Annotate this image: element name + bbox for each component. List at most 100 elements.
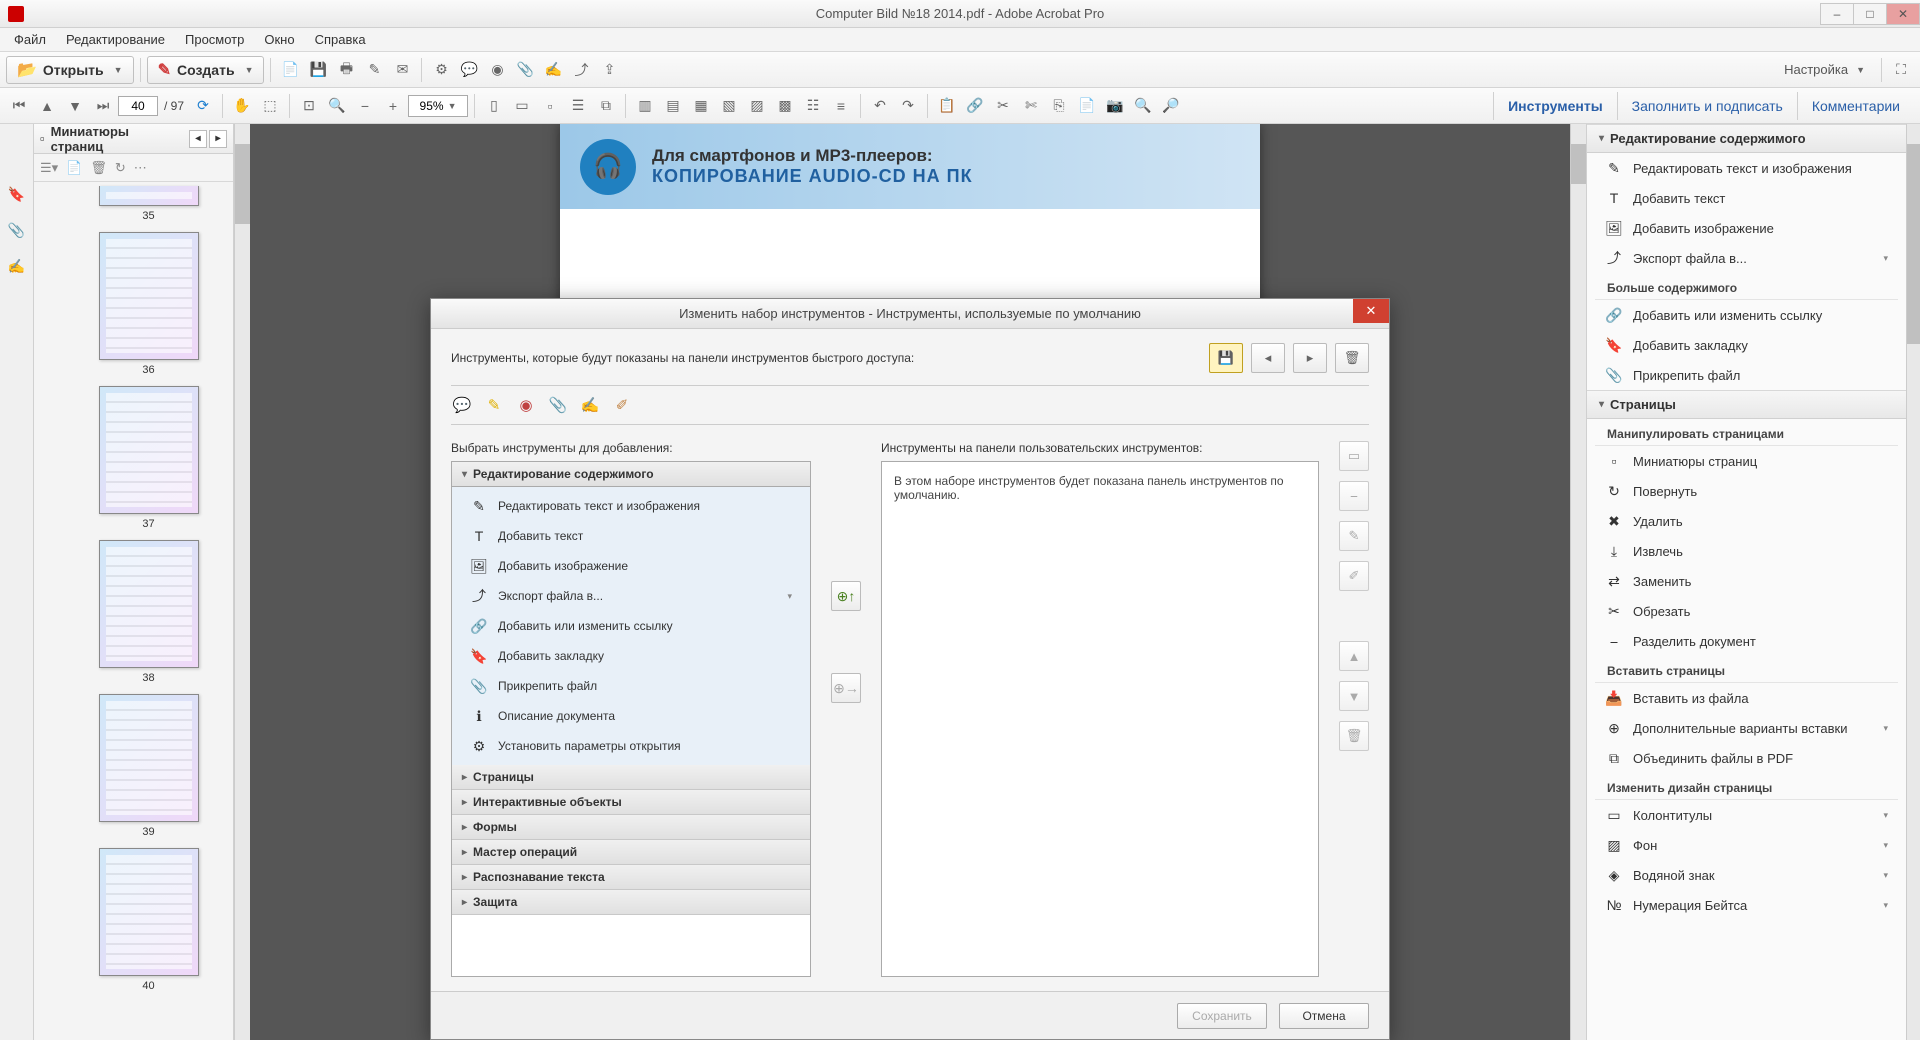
edit-item-icon[interactable]: ✐ [1339,561,1369,591]
tree-item[interactable]: ⤴Экспорт файла в...▾ [452,581,810,611]
tree-item[interactable]: ℹОписание документа [452,701,810,731]
add-instructions-icon[interactable]: ✎ [1339,521,1369,551]
edit-tool-icon[interactable]: ✐ [611,394,633,416]
tool-add-bookmark[interactable]: 🔖Добавить закладку [1587,330,1906,360]
window-close-button[interactable]: ✕ [1886,3,1920,25]
menu-window[interactable]: Окно [254,30,304,49]
thumbnail-item[interactable]: 37 [64,386,233,530]
move-up-icon[interactable]: ▲ [1339,641,1369,671]
attachment-icon[interactable]: 📎 [7,220,27,240]
zoom-select[interactable]: 95%▼ [408,95,468,117]
save-copy-icon[interactable]: 📄 [277,57,303,83]
tool-background[interactable]: ▨Фон▾ [1587,830,1906,860]
last-page-icon[interactable]: ⏭ [90,93,116,119]
thumb-rotate-icon[interactable]: ↻ [115,160,126,176]
print-icon[interactable]: 🖶 [333,57,359,83]
tab-tools[interactable]: Инструменты [1493,92,1617,120]
remove-item-icon[interactable]: 🗑 [1339,721,1369,751]
refresh-icon[interactable]: ⟳ [190,93,216,119]
sign-tool-icon[interactable]: ✍ [579,394,601,416]
tool-attach-file[interactable]: 📎Прикрепить файл [1587,360,1906,390]
thumbnail-item[interactable]: 38 [64,540,233,684]
zoom-out-icon[interactable]: − [352,93,378,119]
cut-icon[interactable]: ✄ [1018,93,1044,119]
menu-view[interactable]: Просмотр [175,30,254,49]
find-icon[interactable]: 🔍 [1130,93,1156,119]
tab-fillsign[interactable]: Заполнить и подписать [1617,92,1797,120]
tool-replace[interactable]: ⇄Заменить [1587,566,1906,596]
tree-cat-interactive[interactable]: Интерактивные объекты [452,790,810,815]
hand-icon[interactable]: ✋ [229,93,255,119]
tree-cat-pages[interactable]: Страницы [452,765,810,790]
thumbnail-list[interactable]: 35 36 37 38 39 40 [34,182,233,1040]
tool-export[interactable]: ⤴Экспорт файла в...▾ [1587,243,1906,273]
add-to-panel-button[interactable]: ⊕→ [831,673,861,703]
redo-icon[interactable]: ↷ [895,93,921,119]
bookmark-icon[interactable]: 🔖 [7,184,27,204]
thumbnail-item[interactable]: 36 [64,232,233,376]
next-set-icon[interactable]: ▸ [1293,343,1327,373]
view7-icon[interactable]: ☷ [800,93,826,119]
tree-item[interactable]: 🔗Добавить или изменить ссылку [452,611,810,641]
dialog-cancel-button[interactable]: Отмена [1279,1003,1369,1029]
paste-icon[interactable]: 📄 [1074,93,1100,119]
add-separator-icon[interactable]: ⎯ [1339,481,1369,511]
highlight-tool-icon[interactable]: ✎ [483,394,505,416]
tree-cat-actions[interactable]: Мастер операций [452,840,810,865]
thumbnail-item[interactable]: 35 [64,186,233,222]
menu-file[interactable]: Файл [4,30,56,49]
add-to-quickaccess-button[interactable]: ⊕↑ [831,581,861,611]
first-page-icon[interactable]: ⏮ [6,93,32,119]
move-down-icon[interactable]: ▼ [1339,681,1369,711]
scrolling-icon[interactable]: ☰ [565,93,591,119]
tool-add-image[interactable]: 🖼Добавить изображение [1587,213,1906,243]
tool-bates[interactable]: №Нумерация Бейтса▾ [1587,890,1906,920]
tool-insert-file[interactable]: 📥Вставить из файла [1587,683,1906,713]
tool-rotate[interactable]: ↻Повернуть [1587,476,1906,506]
tool-watermark[interactable]: ◈Водяной знак▾ [1587,860,1906,890]
tool-page-thumbnails[interactable]: ▫Миниатюры страниц [1587,446,1906,476]
customize-button[interactable]: Настройка ▼ [1774,62,1875,77]
select-icon[interactable]: ⬚ [257,93,283,119]
search-icon[interactable]: 🔎 [1158,93,1184,119]
tool-combine[interactable]: ⧉Объединить файлы в PDF [1587,743,1906,773]
dialog-tool-tree[interactable]: Редактирование содержимого ✎Редактироват… [451,461,811,977]
marquee-zoom-icon[interactable]: ⊡ [296,93,322,119]
view6-icon[interactable]: ▩ [772,93,798,119]
tree-item[interactable]: ⚙Установить параметры открытия [452,731,810,761]
single-page-icon[interactable]: ▫ [537,93,563,119]
document-scrollbar[interactable] [1570,124,1586,1040]
view8-icon[interactable]: ≡ [828,93,854,119]
fit-width-icon[interactable]: ▭ [509,93,535,119]
save-icon[interactable]: 💾 [305,57,331,83]
thumb-menu-icon[interactable]: ⋯ [134,160,147,176]
menu-help[interactable]: Справка [305,30,376,49]
tool-split[interactable]: ⎯Разделить документ [1587,626,1906,656]
thumb-next-icon[interactable]: ▸ [209,130,227,148]
tool-crop[interactable]: ✂Обрезать [1587,596,1906,626]
next-page-icon[interactable]: ▼ [62,93,88,119]
stamp-icon[interactable]: ◉ [484,57,510,83]
view1-icon[interactable]: ▥ [632,93,658,119]
gear-icon[interactable]: ⚙ [428,57,454,83]
thumbnail-item[interactable]: 39 [64,694,233,838]
page-number-input[interactable] [118,96,158,116]
edit-doc-icon[interactable]: ✎ [361,57,387,83]
tree-item[interactable]: 🖼Добавить изображение [452,551,810,581]
tools-panel-scrollbar[interactable] [1906,124,1920,1040]
tool-insert-more[interactable]: ⊕Дополнительные варианты вставки▾ [1587,713,1906,743]
thumb-prev-icon[interactable]: ◂ [189,130,207,148]
tool-delete[interactable]: ✖Удалить [1587,506,1906,536]
view3-icon[interactable]: ▦ [688,93,714,119]
dialog-save-button[interactable]: Сохранить [1177,1003,1267,1029]
tree-item[interactable]: 📎Прикрепить файл [452,671,810,701]
tree-item[interactable]: 🔖Добавить закладку [452,641,810,671]
menu-edit[interactable]: Редактирование [56,30,175,49]
open-button[interactable]: 📂 Открыть ▼ [6,56,134,84]
clipboard-icon[interactable]: 📋 [934,93,960,119]
loupe-icon[interactable]: 🔍 [324,93,350,119]
tree-cat-content-editing[interactable]: Редактирование содержимого [452,462,810,487]
stamp-tool-icon[interactable]: ◉ [515,394,537,416]
attach-icon[interactable]: 📎 [512,57,538,83]
tool-header-footer[interactable]: ▭Колонтитулы▾ [1587,800,1906,830]
